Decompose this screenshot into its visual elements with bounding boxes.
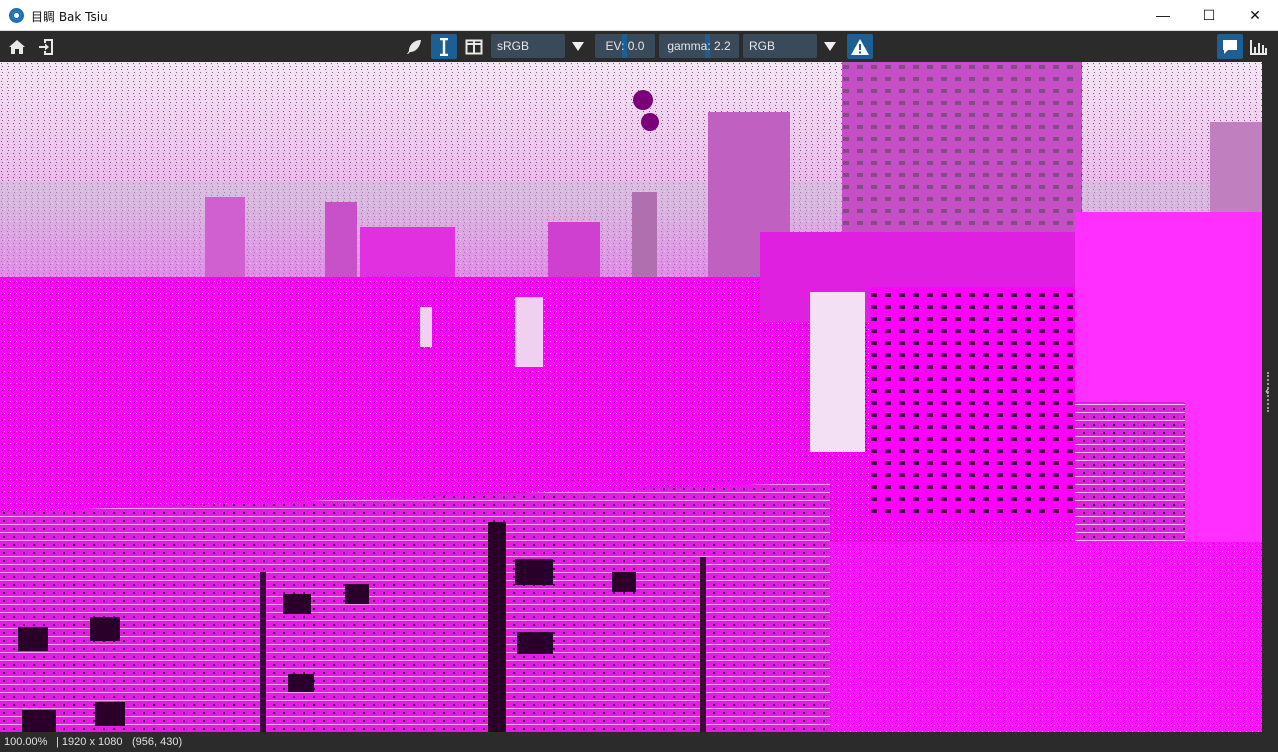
colorspace-select[interactable]: sRGB — [491, 34, 565, 58]
text-cursor-button[interactable] — [431, 34, 457, 59]
comment-icon — [1223, 39, 1237, 54]
clipping-warning-button[interactable] — [847, 34, 873, 59]
image-viewport[interactable] — [0, 62, 1262, 732]
minimize-button[interactable]: — — [1140, 0, 1186, 30]
gamma-label: gamma: 2.2 — [667, 39, 731, 53]
close-icon: ✕ — [1249, 6, 1261, 23]
window-titlebar: 目睭 Bak Tsiu — ☐ ✕ — [0, 0, 1278, 31]
cursor-position: (956, 430) — [132, 736, 183, 748]
side-panel-handle[interactable]: ‹ — [1262, 62, 1278, 732]
status-bar: 100.00% | 1920 x 1080 (956, 430) — [0, 732, 1278, 752]
exposure-label: EV: 0.0 — [605, 39, 645, 53]
home-button[interactable] — [4, 34, 30, 59]
toolbar: sRGB EV: 0.0 gamma: 2.2 RGB — [0, 31, 1278, 62]
window-title: 目睭 Bak Tsiu — [31, 10, 108, 24]
comment-button[interactable] — [1217, 34, 1243, 59]
open-file-icon — [39, 38, 53, 55]
channel-select[interactable]: RGB — [743, 34, 817, 58]
histogram-icon — [1250, 39, 1267, 55]
home-icon — [9, 39, 25, 54]
text-cursor-icon — [440, 37, 448, 56]
maximize-icon: ☐ — [1202, 6, 1216, 23]
app-eye-icon — [9, 8, 24, 23]
histogram-button[interactable] — [1246, 34, 1272, 59]
minimize-icon: — — [1156, 7, 1170, 23]
gamma-slider[interactable]: gamma: 2.2 — [659, 34, 739, 58]
split-view-icon — [465, 39, 483, 54]
chevron-left-icon: ‹ — [1265, 383, 1270, 398]
exposure-slider[interactable]: EV: 0.0 — [595, 34, 655, 58]
colorspace-dropdown-arrow-icon[interactable] — [567, 34, 589, 58]
image-size: | 1920 x 1080 — [56, 736, 123, 748]
draw-tool-button[interactable] — [401, 34, 427, 59]
open-file-button[interactable] — [33, 34, 59, 59]
split-view-button[interactable] — [461, 34, 487, 59]
channel-dropdown-arrow-icon[interactable] — [819, 34, 841, 58]
maximize-button[interactable]: ☐ — [1186, 0, 1232, 30]
zoom-level: 100.00% — [4, 736, 48, 748]
warning-icon — [851, 38, 869, 55]
displayed-image — [0, 62, 1262, 732]
feather-icon — [407, 39, 421, 54]
close-button[interactable]: ✕ — [1232, 0, 1278, 30]
